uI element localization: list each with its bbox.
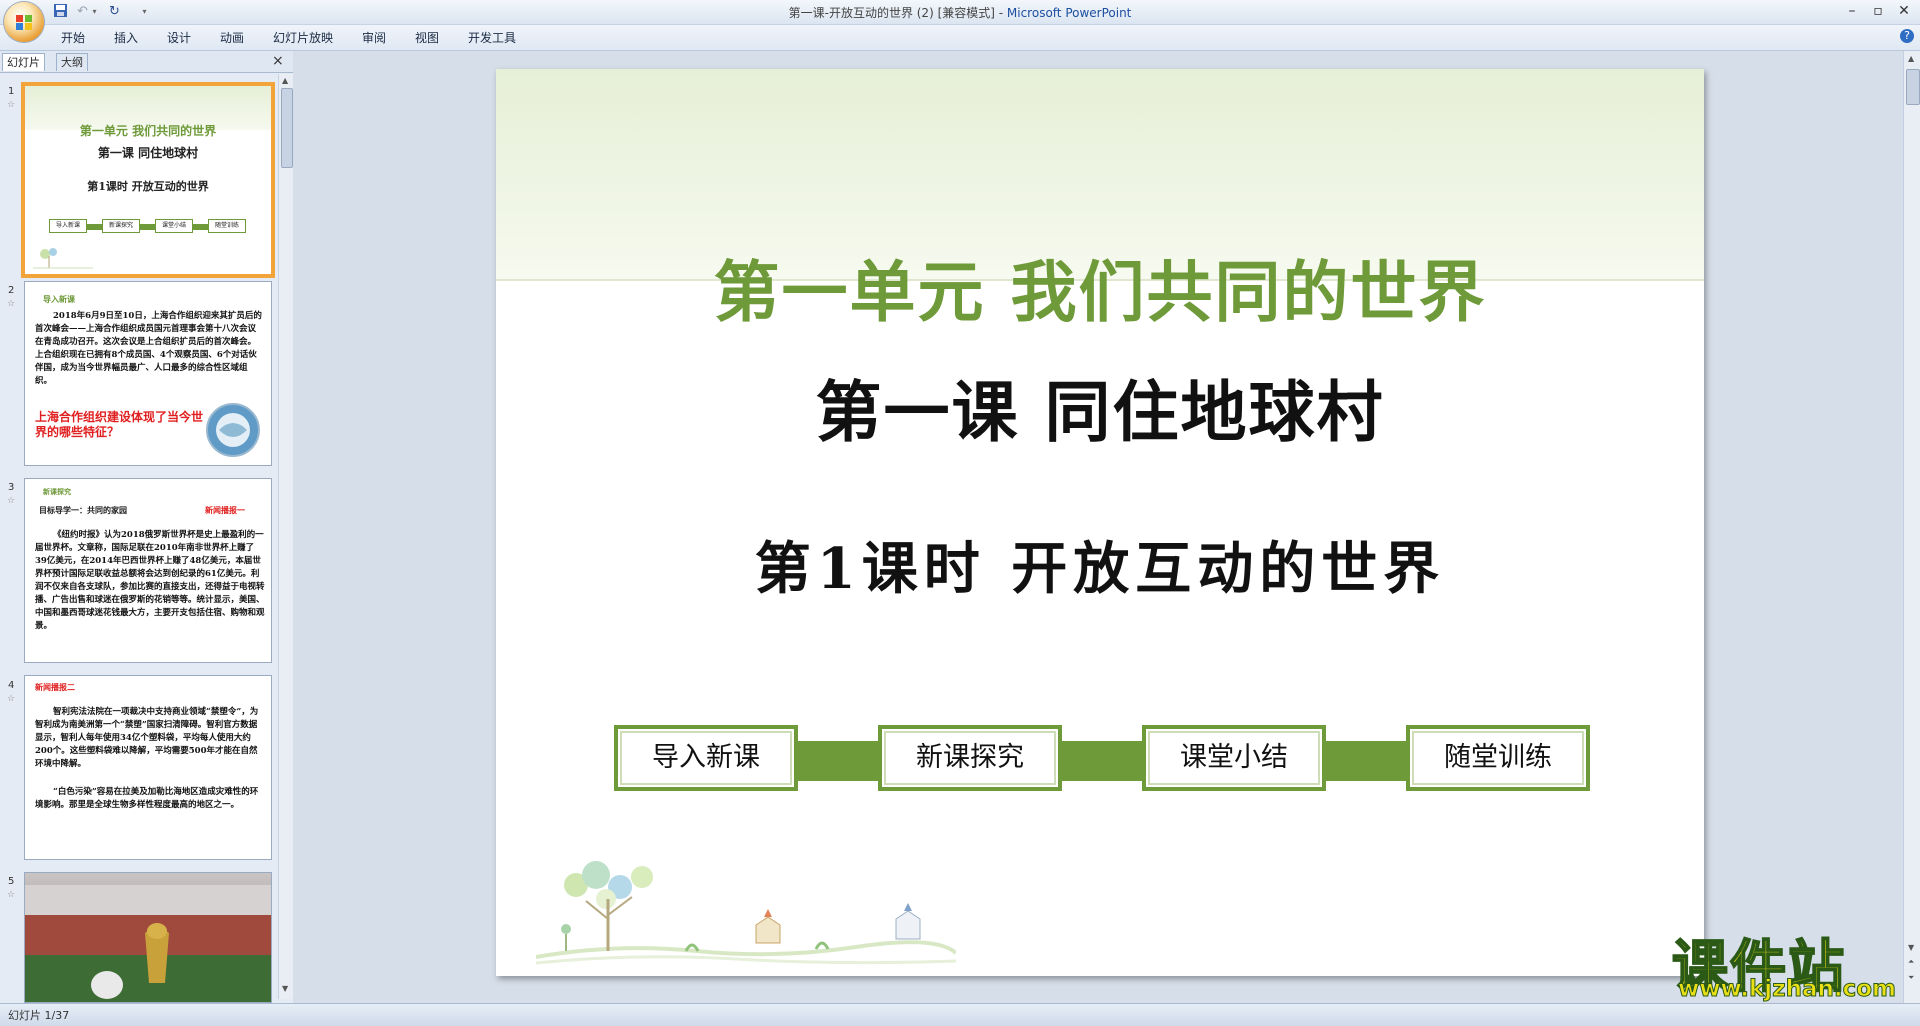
tab-developer[interactable]: 开发工具 — [468, 29, 516, 46]
slide-number: 3 — [8, 482, 15, 493]
watermark-url: www.kjzhan.com — [1678, 976, 1897, 1003]
thumb-body-text: 2018年6月9日至10日，上海合作组织迎来其扩员后的首次峰会——上海合作组织成… — [35, 311, 262, 386]
scroll-down-icon[interactable]: ▼ — [282, 984, 288, 993]
scrollbar-thumb[interactable] — [281, 88, 293, 168]
thumb-section-label: 导入新课 — [43, 295, 75, 304]
slide-thumbnail-2[interactable]: 导入新课 2018年6月9日至10日，上海合作组织迎来其扩员后的首次峰会——上海… — [24, 281, 272, 466]
thumb-goal: 目标导学一：共同的家园 — [39, 506, 127, 515]
thumbnail-scrollbar[interactable]: ▲ ▼ — [278, 74, 293, 999]
animation-star-icon: ☆ — [7, 100, 16, 110]
animation-star-icon: ☆ — [7, 496, 16, 506]
nav-button-intro[interactable]: 导入新课 — [614, 725, 798, 791]
tab-slideshow[interactable]: 幻灯片放映 — [273, 29, 333, 46]
thumb-question: 上海合作组织建设体现了当今世界的哪些特征？ — [35, 410, 204, 439]
tab-review[interactable]: 审阅 — [362, 29, 386, 46]
thumb-tree-decoration-icon — [33, 248, 93, 269]
customize-quick-access-icon[interactable]: ▾ — [136, 3, 153, 20]
nav-button-summary[interactable]: 课堂小结 — [1142, 725, 1326, 791]
slide-number: 5 — [8, 876, 15, 887]
status-bar — [0, 1003, 1920, 1026]
animation-star-icon: ☆ — [7, 890, 16, 900]
thumb-news-tag: 新闻播报一 — [205, 506, 245, 515]
tree-landscape-decoration-icon — [536, 861, 956, 965]
slide-thumbnail-4[interactable]: 新闻播报二 智利宪法法院在一项裁决中支持商业领域“禁塑令”，为智利成为南美洲第一… — [24, 675, 272, 860]
redo-icon[interactable]: ↻ — [106, 3, 123, 20]
thumb-unit-title: 第一单元 我们共同的世界 — [79, 124, 217, 138]
nav-button-practice[interactable]: 随堂训练 — [1406, 725, 1590, 791]
undo-dropdown-icon[interactable]: ▾ — [86, 3, 103, 20]
scroll-up-icon[interactable]: ▲ — [1908, 54, 1914, 63]
tab-slides[interactable]: 幻灯片 — [2, 53, 45, 71]
office-logo-icon — [16, 15, 32, 30]
slide-counter: 幻灯片 1/37 — [8, 1009, 70, 1022]
thumb-nav-item: 导入新课 — [49, 219, 87, 233]
thumb-section-label: 新课探究 — [43, 488, 71, 496]
tab-insert[interactable]: 插入 — [114, 29, 138, 46]
thumb-news-tag: 新闻播报二 — [35, 683, 75, 692]
thumb-nav-item: 随堂训练 — [208, 219, 246, 233]
save-icon[interactable] — [52, 3, 69, 20]
tab-animations[interactable]: 动画 — [220, 29, 244, 46]
minimize-icon[interactable]: – — [1838, 1, 1866, 21]
maximize-icon[interactable]: ▫ — [1864, 1, 1892, 21]
thumb-nav-item: 新课探究 — [102, 219, 140, 233]
nav-button-explore[interactable]: 新课探究 — [878, 725, 1062, 791]
animation-star-icon: ☆ — [7, 299, 16, 309]
thumb-lesson-title: 第一课 同住地球村 — [97, 146, 199, 160]
unit-title[interactable]: 第一单元 我们共同的世界 — [496, 239, 1704, 335]
scroll-up-icon[interactable]: ▲ — [282, 76, 288, 85]
main-scrollbar[interactable]: ▲ ▼ ⏶ ⏷ — [1903, 51, 1920, 1003]
scrollbar-thumb[interactable] — [1906, 69, 1920, 105]
thumb-nav-item: 课堂小结 — [155, 219, 193, 233]
animation-star-icon: ☆ — [7, 694, 16, 704]
tab-home[interactable]: 开始 — [61, 29, 85, 46]
lesson-title[interactable]: 第一课 同住地球村 — [496, 359, 1704, 455]
window-title: 第一课-开放互动的世界 (2) [兼容模式] - Microsoft Power… — [788, 6, 1132, 20]
office-button[interactable] — [4, 2, 44, 42]
close-icon[interactable]: ✕ — [1890, 1, 1918, 21]
previous-slide-icon[interactable]: ⏶ — [1908, 957, 1914, 967]
stadium-photo-icon — [25, 873, 271, 1002]
slide-thumbnail-1[interactable]: 第一单元 我们共同的世界 第一课 同住地球村 第1课时 开放互动的世界 导入新课… — [21, 82, 275, 278]
tab-design[interactable]: 设计 — [167, 29, 191, 46]
slide-number: 2 — [8, 285, 15, 296]
slide-number: 4 — [8, 680, 15, 691]
sco-emblem-icon — [206, 403, 260, 457]
tab-outline[interactable]: 大纲 — [56, 53, 88, 71]
next-slide-icon[interactable]: ⏷ — [1908, 973, 1914, 983]
thumb-body-text: 《纽约时报》认为2018俄罗斯世界杯是史上最盈利的一届世界杯。文章称，国际足联在… — [35, 530, 265, 631]
slide-thumbnail-3[interactable]: 新课探究 目标导学一：共同的家园 新闻播报一 《纽约时报》认为2018俄罗斯世界… — [24, 478, 272, 663]
help-icon[interactable]: ? — [1900, 29, 1914, 43]
scroll-down-icon[interactable]: ▼ — [1908, 943, 1914, 952]
thumb-period-title: 第1课时 开放互动的世界 — [87, 180, 209, 193]
panel-close-icon[interactable]: × — [272, 53, 284, 69]
thumb-body-text: “白色污染”容易在拉美及加勒比海地区造成灾难性的环境影响。那里是全球生物多样性程… — [35, 787, 259, 810]
period-title[interactable]: 第1课时 开放互动的世界 — [496, 524, 1704, 605]
tab-view[interactable]: 视图 — [415, 29, 439, 46]
current-slide[interactable]: 第一单元 我们共同的世界 第一课 同住地球村 第1课时 开放互动的世界 导入新课… — [496, 69, 1704, 976]
slide-number: 1 — [8, 86, 15, 97]
slide-thumbnail-5[interactable] — [24, 872, 272, 1003]
thumb-body-text: 智利宪法法院在一项裁决中支持商业领域“禁塑令”，为智利成为南美洲第一个“禁塑”国… — [35, 707, 259, 769]
